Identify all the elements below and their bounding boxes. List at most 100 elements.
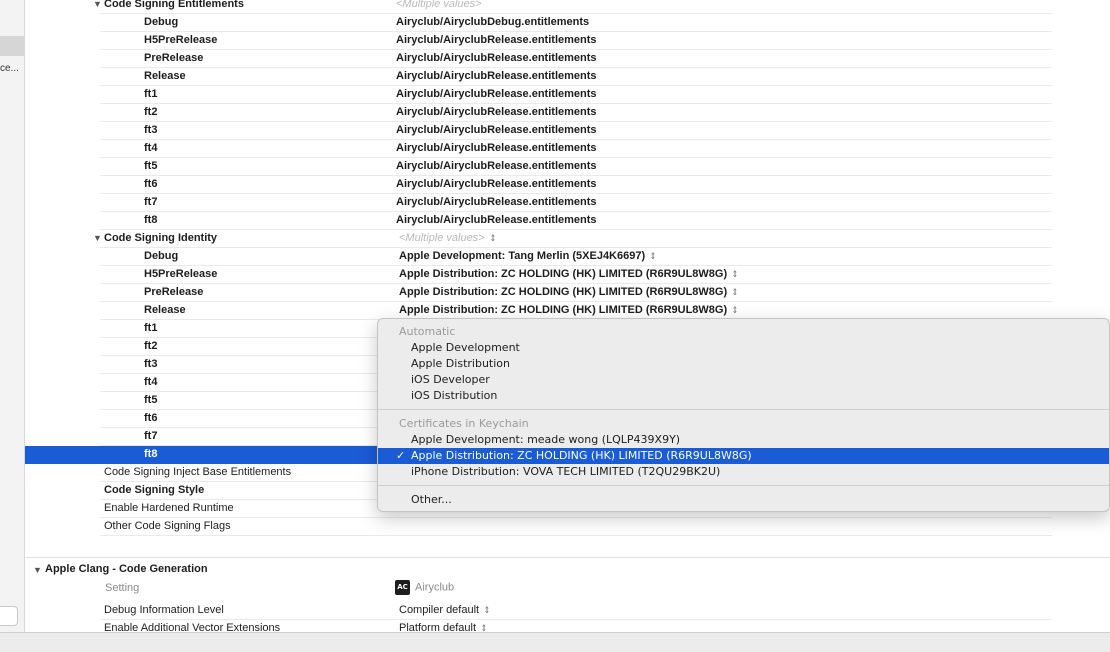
menu-item-certificate-1[interactable]: ✓ Apple Distribution: ZC HOLDING (HK) LIM… xyxy=(378,448,1109,464)
config-name: Release xyxy=(144,70,186,82)
stepper-arrows-icon[interactable]: ⇕ xyxy=(732,287,738,298)
config-name: H5PreRelease xyxy=(144,268,218,280)
config-name: ft6 xyxy=(144,412,158,424)
menu-item-automatic-1[interactable]: Apple Distribution xyxy=(378,356,1109,372)
setting-code-signing-entitlements[interactable]: ▼ Code Signing Entitlements <Multiple va… xyxy=(25,0,1110,14)
setting-row-entitlements-7[interactable]: ft4 Airyclub/AiryclubRelease.entitlements xyxy=(25,140,1110,158)
config-name: ft8 xyxy=(144,448,158,460)
setting-row-identity-2[interactable]: PreRelease Apple Distribution: ZC HOLDING… xyxy=(25,284,1110,302)
menu-separator xyxy=(378,485,1109,486)
config-name: ft2 xyxy=(144,106,158,118)
setting-row-entitlements-11[interactable]: ft8 Airyclub/AiryclubRelease.entitlements xyxy=(25,212,1110,230)
setting-value: Airyclub/AiryclubRelease.entitlements xyxy=(396,196,597,208)
setting-row-entitlements-0[interactable]: Debug Airyclub/AiryclubDebug.entitlements xyxy=(25,14,1110,32)
config-name: Debug xyxy=(144,16,179,28)
setting-value: Apple Distribution: ZC HOLDING (HK) LIMI… xyxy=(399,268,728,280)
menu-separator xyxy=(378,409,1109,410)
setting-code-signing-identity[interactable]: ▼ Code Signing Identity <Multiple values… xyxy=(25,230,1110,248)
config-name: ft3 xyxy=(144,124,158,136)
setting-value: Airyclub/AiryclubRelease.entitlements xyxy=(396,214,597,226)
setting-value: Apple Distribution: ZC HOLDING (HK) LIMI… xyxy=(399,304,728,316)
checkmark-icon: ✓ xyxy=(396,449,406,462)
sidebar-truncated-label: ce... xyxy=(0,63,19,74)
menu-header-keychain: Certificates in Keychain xyxy=(399,417,529,430)
section-divider xyxy=(25,557,1110,558)
stepper-arrows-icon[interactable]: ⇕ xyxy=(489,233,495,244)
signing-identity-popup-menu[interactable]: Automatic Apple Development Apple Distrib… xyxy=(377,318,1110,512)
config-name: ft4 xyxy=(144,142,158,154)
menu-item-automatic-2[interactable]: iOS Developer xyxy=(378,372,1109,388)
stepper-arrows-icon[interactable]: ⇕ xyxy=(650,251,656,262)
setting-name: Other Code Signing Flags xyxy=(104,520,231,532)
menu-item-label: Apple Development xyxy=(411,341,520,354)
menu-item-automatic-3[interactable]: iOS Distribution xyxy=(378,388,1109,404)
disclosure-triangle-icon[interactable]: ▼ xyxy=(93,233,102,243)
menu-item-certificate-2[interactable]: iPhone Distribution: VOVA TECH LIMITED (… xyxy=(378,464,1109,480)
setting-name: Code Signing Entitlements xyxy=(104,0,244,10)
setting-row-identity-1[interactable]: H5PreRelease Apple Distribution: ZC HOLDI… xyxy=(25,266,1110,284)
stepper-arrows-icon[interactable]: ⇕ xyxy=(732,269,738,280)
setting-row-identity-0[interactable]: Debug Apple Development: Tang Merlin (5XE… xyxy=(25,248,1110,266)
setting-header-label: Setting xyxy=(105,582,140,594)
menu-item-automatic-0[interactable]: Apple Development xyxy=(378,340,1109,356)
setting-value: Airyclub/AiryclubRelease.entitlements xyxy=(396,142,597,154)
config-name: ft8 xyxy=(144,214,158,226)
setting-row-entitlements-5[interactable]: ft2 Airyclub/AiryclubRelease.entitlements xyxy=(25,104,1110,122)
setting-name: Debug Information Level xyxy=(104,604,224,616)
setting-value: Apple Distribution: ZC HOLDING (HK) LIMI… xyxy=(399,286,728,298)
config-name: ft7 xyxy=(144,196,158,208)
menu-item-label: Apple Distribution: ZC HOLDING (HK) LIMI… xyxy=(411,449,752,462)
config-name: ft3 xyxy=(144,358,158,370)
navigator-sidebar: ce... xyxy=(0,0,25,632)
config-name: Debug xyxy=(144,250,179,262)
config-name: ft7 xyxy=(144,430,158,442)
setting-column-header: Setting AC Airyclub xyxy=(25,580,1110,598)
setting-row-entitlements-4[interactable]: ft1 Airyclub/AiryclubRelease.entitlements xyxy=(25,86,1110,104)
disclosure-triangle-icon[interactable]: ▼ xyxy=(93,0,102,9)
setting-value: Airyclub/AiryclubRelease.entitlements xyxy=(396,52,597,64)
sidebar-selected-item[interactable] xyxy=(0,36,24,56)
sidebar-filter-field[interactable] xyxy=(0,606,18,626)
setting-row-entitlements-10[interactable]: ft7 Airyclub/AiryclubRelease.entitlements xyxy=(25,194,1110,212)
menu-item-label: iOS Developer xyxy=(411,373,490,386)
setting-row-entitlements-6[interactable]: ft3 Airyclub/AiryclubRelease.entitlements xyxy=(25,122,1110,140)
menu-header-automatic: Automatic xyxy=(399,325,456,338)
setting-row-other-3[interactable]: Other Code Signing Flags xyxy=(25,518,1110,536)
setting-value: Airyclub/AiryclubDebug.entitlements xyxy=(396,16,590,28)
menu-item-label: Apple Distribution xyxy=(411,357,510,370)
config-name: ft4 xyxy=(144,376,158,388)
menu-item-label: Apple Development: meade wong (LQLP439X9… xyxy=(411,433,681,446)
setting-row-entitlements-9[interactable]: ft6 Airyclub/AiryclubRelease.entitlements xyxy=(25,176,1110,194)
setting-row-entitlements-1[interactable]: H5PreRelease Airyclub/AiryclubRelease.ent… xyxy=(25,32,1110,50)
setting-value: Airyclub/AiryclubRelease.entitlements xyxy=(396,88,597,100)
config-name: ft2 xyxy=(144,340,158,352)
target-name: Airyclub xyxy=(415,581,455,594)
stepper-arrows-icon[interactable]: ⇕ xyxy=(484,605,490,616)
setting-name: Code Signing Inject Base Entitlements xyxy=(104,466,292,478)
setting-name: Enable Hardened Runtime xyxy=(104,502,234,514)
config-name: ft5 xyxy=(144,160,158,172)
menu-item-certificate-0[interactable]: Apple Development: meade wong (LQLP439X9… xyxy=(378,432,1109,448)
target-app-icon: AC xyxy=(395,580,410,595)
setting-value: Airyclub/AiryclubRelease.entitlements xyxy=(396,34,597,46)
config-name: ft6 xyxy=(144,178,158,190)
config-name: PreRelease xyxy=(144,286,204,298)
setting-value: Airyclub/AiryclubRelease.entitlements xyxy=(396,124,597,136)
menu-item-other[interactable]: Other... xyxy=(378,492,1109,508)
setting-value: Airyclub/AiryclubRelease.entitlements xyxy=(396,106,597,118)
stepper-arrows-icon[interactable]: ⇕ xyxy=(732,305,738,316)
menu-item-label: iOS Distribution xyxy=(411,389,498,402)
setting-name: Code Signing Style xyxy=(104,484,205,496)
setting-row-entitlements-3[interactable]: Release Airyclub/AiryclubRelease.entitlem… xyxy=(25,68,1110,86)
setting-row-entitlements-2[interactable]: PreRelease Airyclub/AiryclubRelease.entit… xyxy=(25,50,1110,68)
section-title-clang: Apple Clang - Code Generation xyxy=(45,563,208,575)
disclosure-triangle-icon[interactable]: ▼ xyxy=(33,565,42,575)
setting-value: Airyclub/AiryclubRelease.entitlements xyxy=(396,160,597,172)
config-name: H5PreRelease xyxy=(144,34,218,46)
setting-value: <Multiple values> xyxy=(396,0,482,10)
setting-value: <Multiple values> xyxy=(399,232,485,244)
config-name: ft5 xyxy=(144,394,158,406)
menu-item-label: Other... xyxy=(411,493,452,506)
setting-row-clang-0[interactable]: Debug Information Level Compiler default ⇕ xyxy=(25,602,1110,620)
setting-row-entitlements-8[interactable]: ft5 Airyclub/AiryclubRelease.entitlements xyxy=(25,158,1110,176)
